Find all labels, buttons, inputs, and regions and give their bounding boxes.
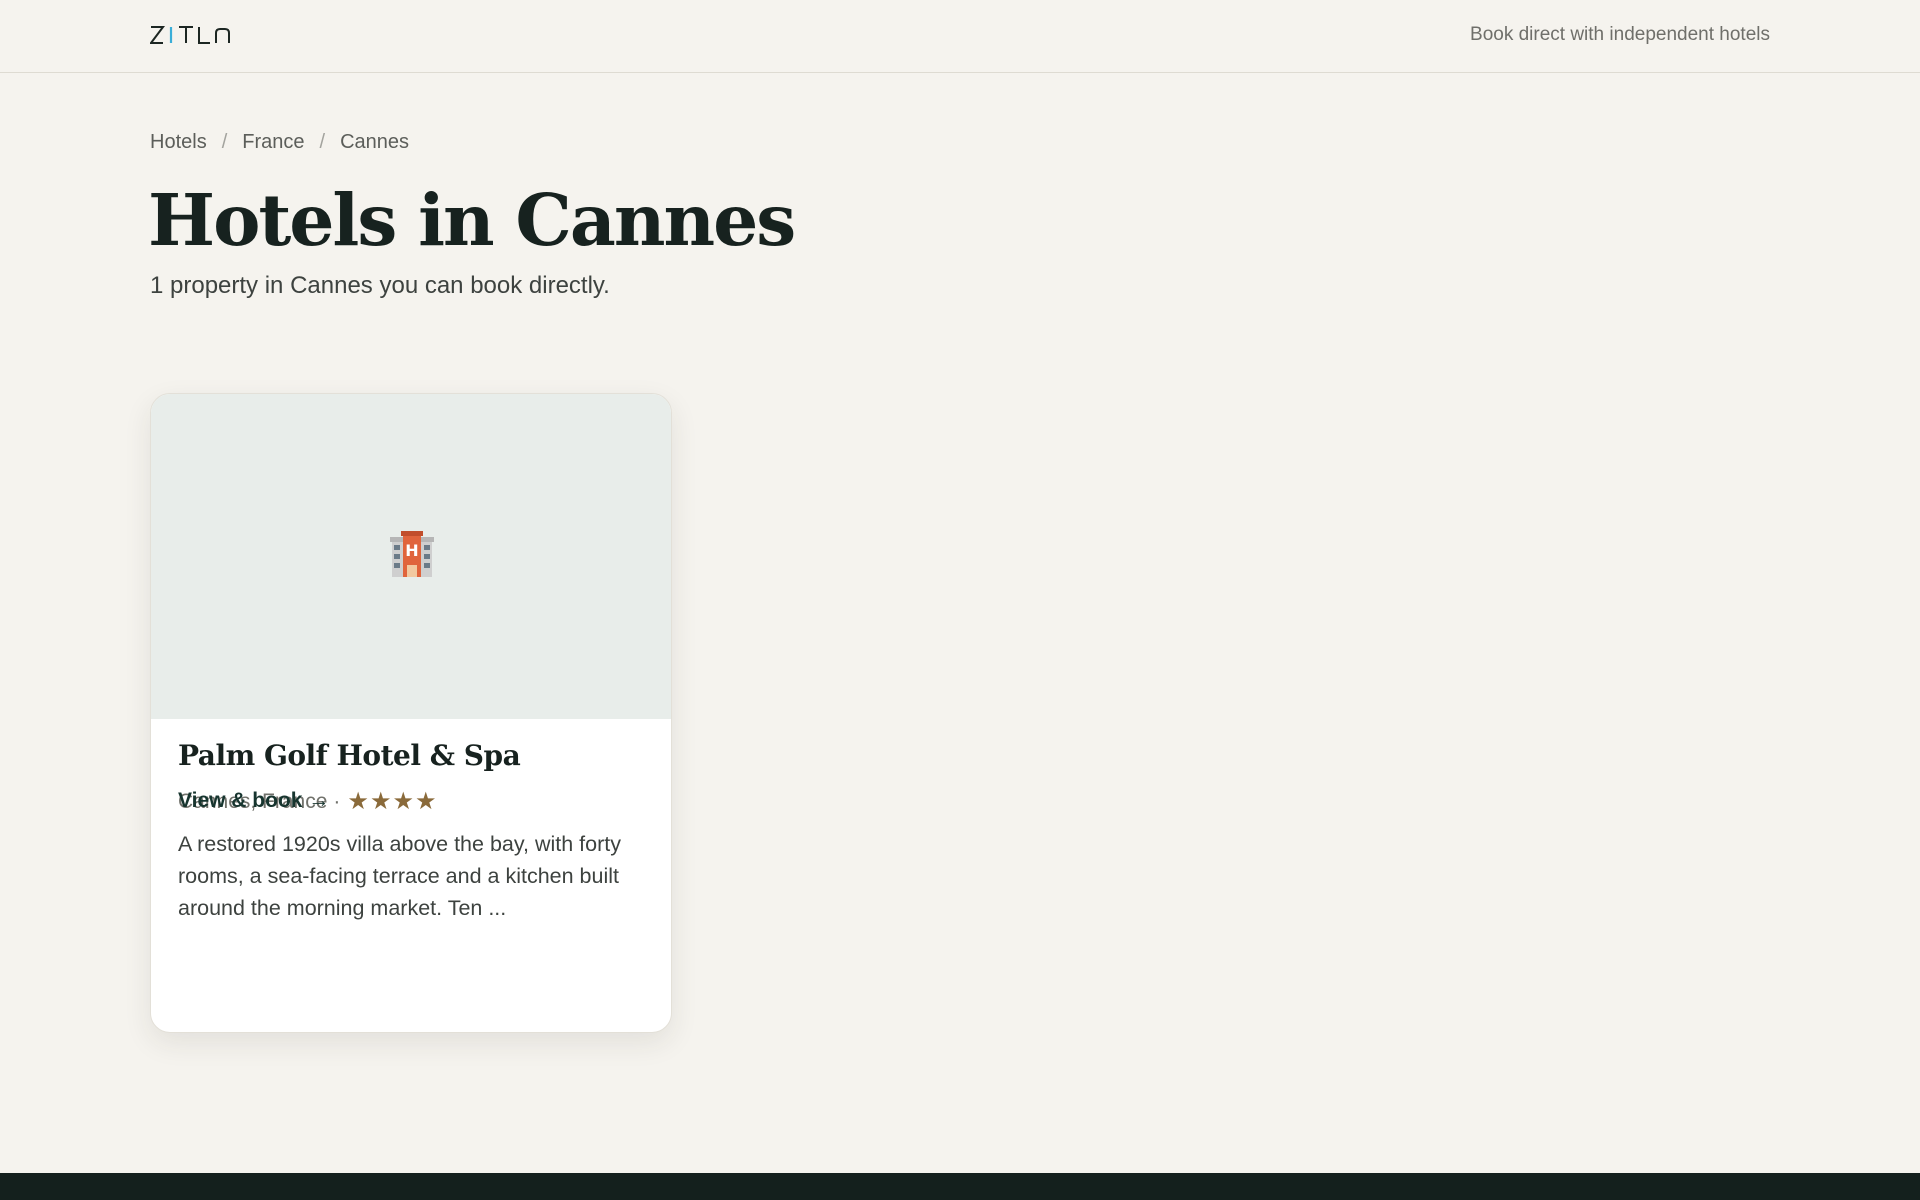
top-navigation-bar: Book direct with independent hotels [0,0,1920,73]
breadcrumb-cannes: Cannes [340,131,410,153]
hotel-description: A restored 1920s villa above the bay, wi… [178,832,621,920]
view-and-book-link[interactable]: View & book → [178,789,329,813]
hotel-name[interactable]: Palm Golf Hotel & Spa [178,739,521,772]
breadcrumb-separator: / [221,131,228,153]
breadcrumb-hotels[interactable]: Hotels [150,131,207,154]
meta-separator: · [333,789,341,813]
footer-bar [0,1173,1920,1200]
zitlin-logo[interactable] [150,22,232,48]
header-tagline: Book direct with independent hotels [1470,24,1770,45]
star-rating: ★★★★ [347,788,438,815]
breadcrumb-france[interactable]: France [242,131,304,154]
hotel-card[interactable]: H Palm Golf Hotel & Spa Cannes, France ·… [150,393,672,1033]
logo-wordmark [150,26,230,44]
hotel-image-placeholder[interactable]: H [151,394,671,719]
page-subtitle: 1 property in Cannes you can book direct… [150,272,610,299]
page-title: Hotels in Cannes [148,178,796,262]
breadcrumb-separator: / [319,131,326,153]
breadcrumb: Hotels / France / Cannes [150,131,409,154]
svg-text:H: H [405,541,418,560]
hotel-icon: H [387,529,437,584]
